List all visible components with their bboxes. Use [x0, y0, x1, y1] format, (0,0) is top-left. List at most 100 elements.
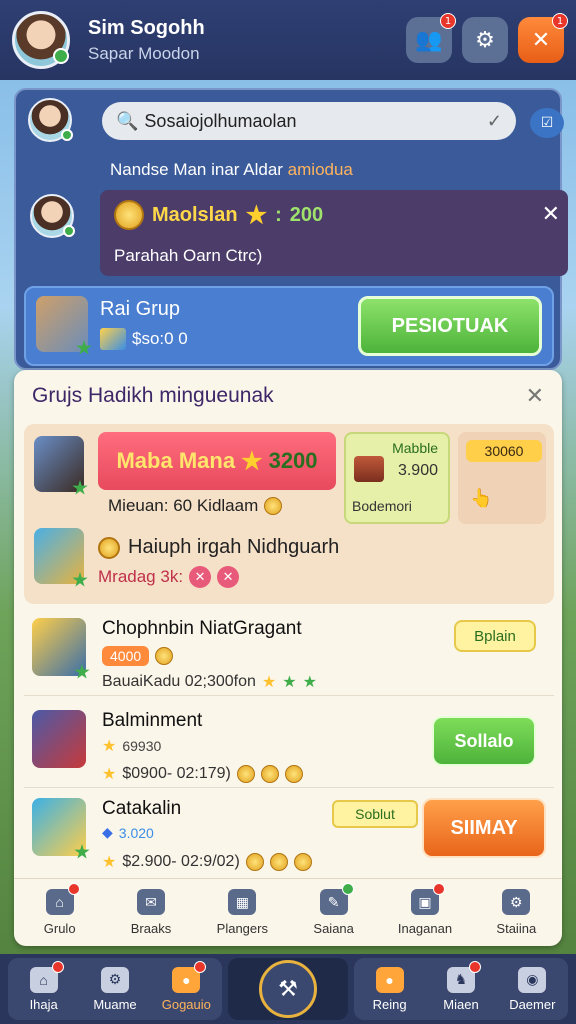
search-row: 🔍 Sosaiojolhumaolan ✓ ☑ Nandse Man inar … [28, 98, 564, 180]
item-stat: $0900- 02:179) [122, 765, 231, 782]
group-image[interactable] [36, 296, 92, 355]
search-input[interactable]: 🔍 Sosaiojolhumaolan ✓ [102, 102, 516, 140]
tab-inaganan[interactable]: ▣ Inaganan [379, 879, 470, 946]
star-icon: ★ [102, 766, 117, 783]
chat-icon: ✉ [136, 889, 165, 915]
tools-button[interactable]: ✕ 1 [518, 13, 568, 63]
list-item[interactable]: Chophnbin NiatGragant 4000 BauaiKadu 02;… [24, 610, 554, 696]
item-action-button[interactable]: Bplain [454, 620, 536, 652]
chest-icon: ▣ [410, 883, 445, 915]
user-avatar[interactable] [28, 98, 73, 142]
panel-title: Grujs Hadikh mingueunak [32, 384, 274, 407]
search-icon: 🔍 [116, 110, 139, 131]
item-name: Balminment [102, 710, 203, 731]
item-action-button[interactable]: SIIMAY [422, 798, 546, 858]
notification-badge: 1 [552, 13, 568, 29]
tab-saiana[interactable]: ✎ Saiana [288, 879, 379, 946]
star-badge-icon [74, 664, 90, 679]
promo-avatar[interactable] [30, 194, 75, 238]
coin-icon [114, 200, 144, 230]
item-stat: BauaiKadu 02;300fon [102, 673, 256, 690]
player-subtitle: Sapar Moodon [88, 43, 200, 63]
reward-line1: Mabble [392, 440, 438, 456]
nav-label: Miaen [443, 996, 479, 1012]
hint-highlight: amiodua [287, 160, 353, 179]
orb-icon: ● [375, 966, 404, 993]
nav-item-miaen[interactable]: ♞ Miaen [425, 958, 496, 1020]
item-line2: 69930 [122, 738, 162, 754]
hand-icon: 👆 [470, 488, 493, 509]
nav-item-ihaja[interactable]: ⌂ Ihaja [8, 958, 79, 1020]
tab-label: Grulo [43, 921, 76, 936]
tab-label: Staiina [496, 921, 537, 936]
nav-item-muame[interactable]: ⚙ Muame [79, 958, 150, 1020]
featured-banner[interactable]: Maba Mana ★ 3200 [98, 432, 336, 490]
badge-icon: ★ [302, 674, 317, 691]
main-action-button[interactable]: ⚒ [259, 960, 317, 1018]
top-bar: Sim Sogohh Sapar Moodon 👥 1 ⚙ ✕ 1 [0, 0, 576, 80]
featured-avatar[interactable] [34, 436, 88, 495]
item-pill: 4000 [102, 646, 150, 666]
hammer-icon: ⚒ [278, 976, 298, 1002]
featured-sub-row: Mieuan: 60 Kidlaam [108, 496, 283, 516]
player-info: Sim Sogohh Sapar Moodon [88, 17, 205, 64]
bonus-box[interactable]: 30060 👆 [458, 432, 546, 524]
notification-badge [432, 883, 445, 895]
notification-badge [468, 960, 481, 973]
tab-plangers[interactable]: ▦ Plangers [197, 879, 288, 946]
settings-icon: ⚙ [502, 889, 531, 915]
reward-line3: Bodemori [352, 498, 412, 514]
remove-icon[interactable]: ✕ [189, 566, 212, 588]
shield-icon: ♞ [446, 960, 481, 993]
item-action-button[interactable]: Sollalo [432, 716, 536, 766]
search-text: Sosaiojolhumaolan [144, 110, 297, 131]
item-name: Chophnbin NiatGragant [102, 618, 302, 639]
reward-box[interactable]: Mabble 3.900 Bodemori [344, 432, 450, 524]
coin-icon: ● [172, 960, 207, 993]
second-title-row: Haiuph irgah Nidhguarh [98, 536, 339, 559]
star-icon: ★ [245, 201, 268, 229]
top-panel: 🔍 Sosaiojolhumaolan ✓ ☑ Nandse Man inar … [14, 88, 568, 370]
online-status-icon [53, 48, 69, 64]
remove-icon[interactable]: ✕ [217, 566, 240, 588]
top-icons: 👥 1 ⚙ ✕ 1 [406, 13, 568, 63]
list-item[interactable]: Balminment ★ 69930 ★ $0900- 02:179) Soll… [24, 702, 554, 788]
tab-staiina[interactable]: ⚙ Staiina [471, 879, 562, 946]
hint-text: Nandse Man inar Aldar amiodua [110, 160, 353, 180]
friends-button[interactable]: 👥 1 [406, 13, 456, 63]
tab-grulo[interactable]: ⌂ Grulo [14, 879, 105, 946]
close-icon[interactable]: ✕ [542, 202, 560, 227]
promo-banner[interactable]: Maolslan ★ :200 Parahah Oarn Ctrc) ✕ [100, 190, 568, 276]
item-avatar [32, 618, 90, 679]
bottom-nav-left: ⌂ Ihaja ⚙ Muame ● Gogauio [8, 958, 222, 1020]
tab-label: Plangers [216, 921, 268, 936]
nav-item-reing[interactable]: ● Reing [354, 958, 425, 1020]
promo-title: Maolslan [152, 203, 238, 226]
coin-icon [245, 853, 264, 871]
nav-item-daemer[interactable]: ◉ Daemer [497, 958, 568, 1020]
bonus-label: 30060 [466, 440, 542, 462]
second-avatar[interactable] [34, 528, 88, 587]
item-tag-button[interactable]: Soblut [332, 800, 418, 828]
item-line2-row: ★ 69930 [102, 736, 161, 756]
status-icon [61, 129, 73, 141]
camera-icon: ◉ [518, 966, 547, 993]
check-icon: ✓ [486, 110, 502, 131]
close-icon[interactable]: ✕ [526, 384, 544, 409]
second-title: Haiuph irgah Nidhguarh [128, 536, 340, 558]
item-line2-row: ◆ 3.020 [102, 824, 154, 841]
cube-icon [100, 328, 126, 350]
player-avatar[interactable] [12, 11, 70, 69]
coin-icon [236, 765, 255, 783]
tab-label: Saiana [313, 921, 354, 936]
nav-item-gogauio[interactable]: ● Gogauio [151, 958, 222, 1020]
list-item[interactable]: Catakalin ◆ 3.020 ★ $2.900- 02:9/02) Sob… [24, 790, 554, 876]
nav-label: Gogauio [161, 996, 211, 1012]
tab-braaks[interactable]: ✉ Braaks [105, 879, 196, 946]
star-badge-icon [76, 340, 92, 355]
coin-icon [260, 765, 279, 783]
settings-button[interactable]: ⚙ [462, 17, 508, 63]
confirm-button[interactable]: ☑ [530, 108, 564, 138]
group-action-button[interactable]: PESIOTUAK [358, 296, 542, 356]
player-name: Sim Sogohh [88, 16, 205, 39]
